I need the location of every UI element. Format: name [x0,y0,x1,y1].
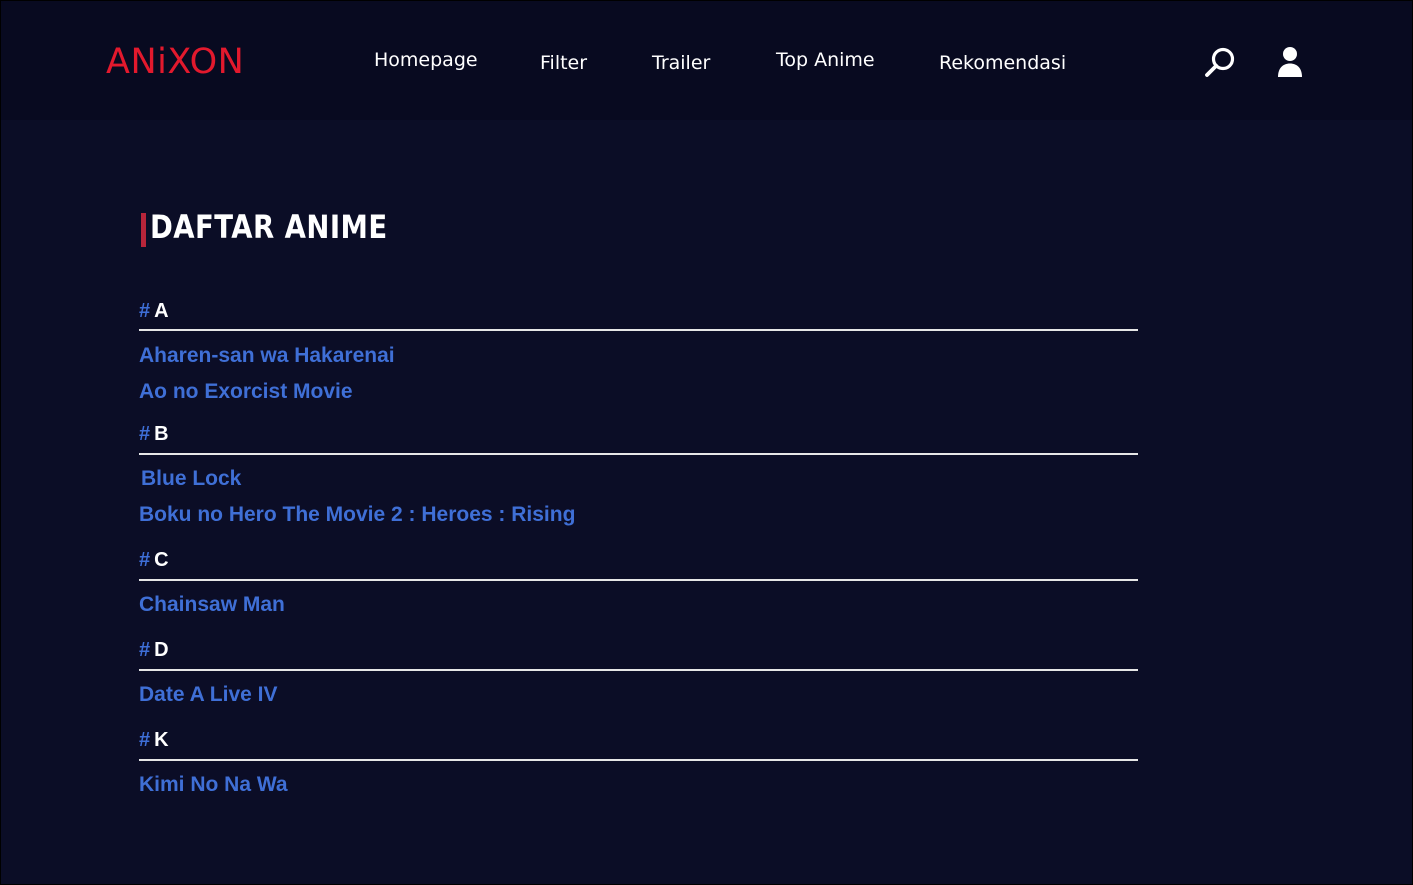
hash-mark: # [139,549,151,571]
anime-link-boku-no-hero-movie-2[interactable]: Boku no Hero The Movie 2 : Heroes : Risi… [139,502,575,528]
nav-item-trailer[interactable]: Trailer [652,51,710,75]
section-divider [139,579,1138,581]
anime-link-blue-lock[interactable]: Blue Lock [141,466,241,492]
brand-logo[interactable]: ANiXON [106,41,244,83]
section-divider [139,669,1138,671]
section-letter: A [154,300,169,322]
section-header-c: # C [139,548,169,572]
anime-link-chainsaw-man[interactable]: Chainsaw Man [139,592,285,618]
page-title: DAFTAR ANIME [150,208,388,246]
section-letter: K [154,729,169,751]
section-header-a: # A [139,299,169,323]
user-icon[interactable] [1276,45,1304,79]
title-accent-bar [141,213,146,247]
section-divider [139,759,1138,761]
anime-link-date-a-live-iv[interactable]: Date A Live IV [139,682,278,708]
anime-link-aharen-san-wa-hakarenai[interactable]: Aharen-san wa Hakarenai [139,343,395,369]
hash-mark: # [139,729,151,751]
anime-link-ao-no-exorcist-movie[interactable]: Ao no Exorcist Movie [139,379,353,405]
section-letter: C [154,549,169,571]
hash-mark: # [139,423,151,445]
section-letter: B [154,423,169,445]
search-icon[interactable] [1203,46,1237,80]
top-navbar: ANiXON Homepage Filter Trailer Top Anime… [1,1,1412,120]
hash-mark: # [139,639,151,661]
section-header-b: # B [139,422,169,446]
nav-item-homepage[interactable]: Homepage [374,48,478,72]
nav-item-rekomendasi[interactable]: Rekomendasi [939,51,1066,75]
nav-item-filter[interactable]: Filter [540,51,587,75]
section-letter: D [154,639,169,661]
anime-link-kimi-no-na-wa[interactable]: Kimi No Na Wa [139,772,288,798]
section-header-k: # K [139,728,169,752]
hash-mark: # [139,300,151,322]
section-divider [139,329,1138,331]
section-header-d: # D [139,638,169,662]
section-divider [139,453,1138,455]
nav-item-top-anime[interactable]: Top Anime [776,48,875,72]
page-frame: ANiXON Homepage Filter Trailer Top Anime… [0,0,1413,885]
